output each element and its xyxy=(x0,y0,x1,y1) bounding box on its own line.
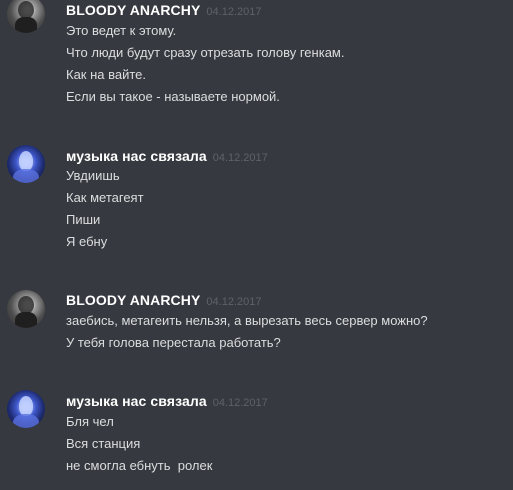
message-text: Бля чел xyxy=(66,414,114,429)
message-text: Как метагеят xyxy=(66,190,144,205)
user-avatar[interactable] xyxy=(7,290,45,328)
user-avatar[interactable] xyxy=(7,145,45,183)
timestamp: 04.12.2017 xyxy=(206,296,262,308)
message-header: музыка нас связала 04.12.2017 xyxy=(66,391,268,410)
username[interactable]: музыка нас связала xyxy=(66,393,207,409)
username[interactable]: BLOODY ANARCHY xyxy=(66,292,200,308)
username[interactable]: BLOODY ANARCHY xyxy=(66,2,200,18)
message-text: Вся станция xyxy=(66,436,141,451)
message-text: Это ведет к этому. xyxy=(66,23,177,38)
message-text: Если вы такое - называете нормой. xyxy=(66,89,280,104)
timestamp: 04.12.2017 xyxy=(212,152,268,164)
chat-message-list: BLOODY ANARCHY 04.12.2017 Это ведет к это… xyxy=(0,0,513,490)
timestamp: 04.12.2017 xyxy=(212,397,268,409)
message-text: Пиши xyxy=(66,212,101,227)
message-header: музыка нас связала 04.12.2017 xyxy=(66,146,268,165)
message-text: У тебя голова перестала работать? xyxy=(66,335,281,350)
message-text: Увдиишь xyxy=(66,168,120,183)
message-header: BLOODY ANARCHY 04.12.2017 xyxy=(66,0,261,19)
message-text: Как на вайте. xyxy=(66,67,147,82)
username[interactable]: музыка нас связала xyxy=(66,148,207,164)
user-avatar[interactable] xyxy=(7,0,45,33)
message-text: не смогла ебнуть ролек xyxy=(66,458,213,473)
message-text: Что люди будут сразу отрезать голову ген… xyxy=(66,45,345,60)
message-text: заебись, метагеить нельзя, а вырезать ве… xyxy=(66,313,428,328)
user-avatar[interactable] xyxy=(7,390,45,428)
message-text: Я ебну xyxy=(66,234,108,249)
message-header: BLOODY ANARCHY 04.12.2017 xyxy=(66,290,261,309)
timestamp: 04.12.2017 xyxy=(206,6,262,18)
